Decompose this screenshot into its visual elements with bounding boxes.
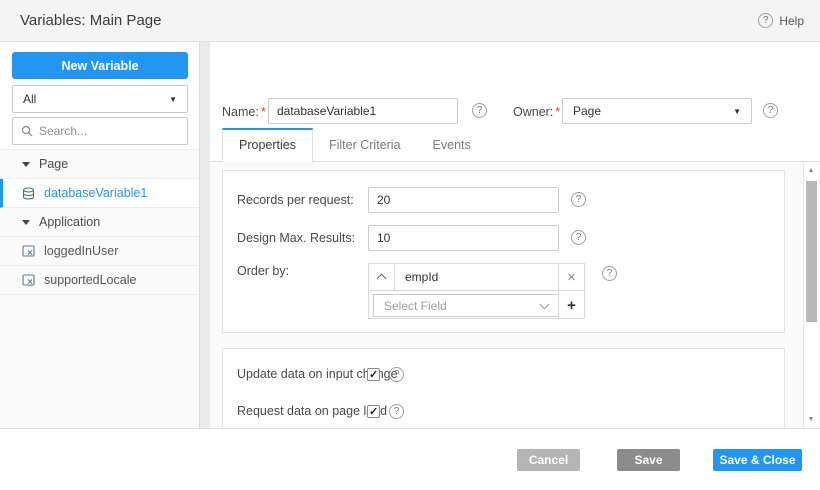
cancel-button[interactable]: Cancel bbox=[517, 449, 580, 471]
tree-item-databasevariable1[interactable]: databaseVariable1 bbox=[0, 179, 199, 208]
tab-properties[interactable]: Properties bbox=[222, 128, 313, 162]
tree-item-label: loggedInUser bbox=[44, 244, 118, 258]
tree-group-page[interactable]: Page bbox=[0, 150, 199, 179]
behavior-settings-panel: Update data on input change ? Request da… bbox=[222, 348, 785, 429]
design-max-results-input[interactable] bbox=[368, 225, 559, 251]
select-field-placeholder: Select Field bbox=[384, 299, 447, 313]
tree-item-label: supportedLocale bbox=[44, 273, 136, 287]
name-input[interactable] bbox=[268, 98, 458, 124]
static-variable-icon bbox=[22, 245, 35, 257]
add-order-field-button[interactable]: + bbox=[558, 292, 584, 318]
update-on-input-change-help-icon[interactable]: ? bbox=[389, 367, 404, 382]
variable-search bbox=[12, 117, 188, 145]
owner-select[interactable]: Page ▼ bbox=[562, 98, 752, 124]
sort-direction-button[interactable] bbox=[369, 264, 395, 291]
dialog-footer: Cancel Save Save & Close bbox=[0, 428, 820, 490]
tab-filter-criteria[interactable]: Filter Criteria bbox=[313, 128, 417, 162]
select-field-dropdown[interactable]: Select Field bbox=[373, 294, 559, 317]
caret-down-icon bbox=[22, 220, 30, 225]
records-per-request-input[interactable] bbox=[368, 187, 559, 213]
records-per-request-label: Records per request: bbox=[237, 193, 354, 207]
dropdown-arrow-icon: ▼ bbox=[169, 95, 177, 104]
design-max-results-label: Design Max. Results: bbox=[237, 231, 355, 245]
caret-down-icon bbox=[22, 162, 30, 167]
data-settings-panel: Records per request: ? Design Max. Resul… bbox=[222, 170, 785, 333]
search-input[interactable] bbox=[39, 124, 179, 138]
new-variable-button[interactable]: New Variable bbox=[12, 52, 188, 79]
database-variable-icon bbox=[22, 187, 35, 200]
owner-selected-value: Page bbox=[573, 104, 601, 118]
variable-tree: Page databaseVariable1 Application logge… bbox=[0, 149, 199, 428]
tree-item-supportedlocale[interactable]: supportedLocale bbox=[0, 266, 199, 295]
chevron-down-icon bbox=[540, 299, 550, 309]
save-and-close-button[interactable]: Save & Close bbox=[713, 449, 802, 471]
name-label: Name:* bbox=[222, 105, 266, 119]
remove-order-field-button[interactable]: ✕ bbox=[558, 264, 584, 291]
order-by-widget: empId ✕ Select Field + bbox=[368, 263, 585, 319]
help-label: Help bbox=[779, 14, 804, 28]
static-variable-icon bbox=[22, 274, 35, 286]
records-per-request-help-icon[interactable]: ? bbox=[571, 192, 586, 207]
request-on-page-load-help-icon[interactable]: ? bbox=[389, 404, 404, 419]
filter-selected-value: All bbox=[23, 92, 36, 106]
required-asterisk: * bbox=[555, 105, 560, 119]
content-scrollbar[interactable]: ▲ ▼ bbox=[803, 162, 818, 428]
detail-tabs: Properties Filter Criteria Events bbox=[210, 128, 820, 162]
dialog-header: Variables: Main Page ? Help bbox=[0, 0, 820, 42]
tree-group-application[interactable]: Application bbox=[0, 208, 199, 237]
tree-group-label: Application bbox=[39, 215, 100, 229]
order-by-help-icon[interactable]: ? bbox=[602, 266, 617, 281]
required-asterisk: * bbox=[261, 105, 266, 119]
question-circle-icon: ? bbox=[758, 13, 773, 28]
page-title: Variables: Main Page bbox=[20, 12, 161, 29]
tree-item-label: databaseVariable1 bbox=[44, 186, 147, 200]
variable-detail-header: Name:* ? Owner:* Page ▼ ? Type: Database… bbox=[210, 42, 820, 128]
variable-filter-select[interactable]: All ▼ bbox=[12, 85, 188, 113]
dropdown-arrow-icon: ▼ bbox=[733, 107, 741, 116]
scroll-up-icon[interactable]: ▲ bbox=[804, 167, 818, 174]
search-icon bbox=[21, 125, 33, 137]
properties-tab-content: Records per request: ? Design Max. Resul… bbox=[210, 162, 820, 428]
order-by-entry-row: empId bbox=[369, 264, 584, 291]
tree-item-loggedinuser[interactable]: loggedInUser bbox=[0, 237, 199, 266]
help-button[interactable]: ? Help bbox=[758, 13, 804, 28]
scroll-down-icon[interactable]: ▼ bbox=[804, 416, 818, 423]
order-by-label: Order by: bbox=[237, 264, 289, 278]
tab-events[interactable]: Events bbox=[417, 128, 487, 162]
variables-sidebar: New Variable All ▼ Page databaseVariable… bbox=[0, 42, 200, 428]
design-max-results-help-icon[interactable]: ? bbox=[571, 230, 586, 245]
owner-label: Owner:* bbox=[513, 105, 560, 119]
order-by-field-value[interactable]: empId bbox=[395, 270, 558, 284]
request-on-page-load-checkbox[interactable] bbox=[367, 405, 380, 418]
chevron-up-icon bbox=[377, 274, 387, 284]
save-button[interactable]: Save bbox=[617, 449, 680, 471]
update-on-input-change-checkbox[interactable] bbox=[367, 368, 380, 381]
request-on-page-load-label: Request data on page load bbox=[237, 404, 387, 418]
name-help-icon[interactable]: ? bbox=[472, 103, 487, 118]
tree-group-label: Page bbox=[39, 157, 68, 171]
variables-dialog: Variables: Main Page ? Help New Variable… bbox=[0, 0, 820, 490]
scrollbar-thumb[interactable] bbox=[806, 181, 817, 322]
owner-help-icon[interactable]: ? bbox=[763, 103, 778, 118]
